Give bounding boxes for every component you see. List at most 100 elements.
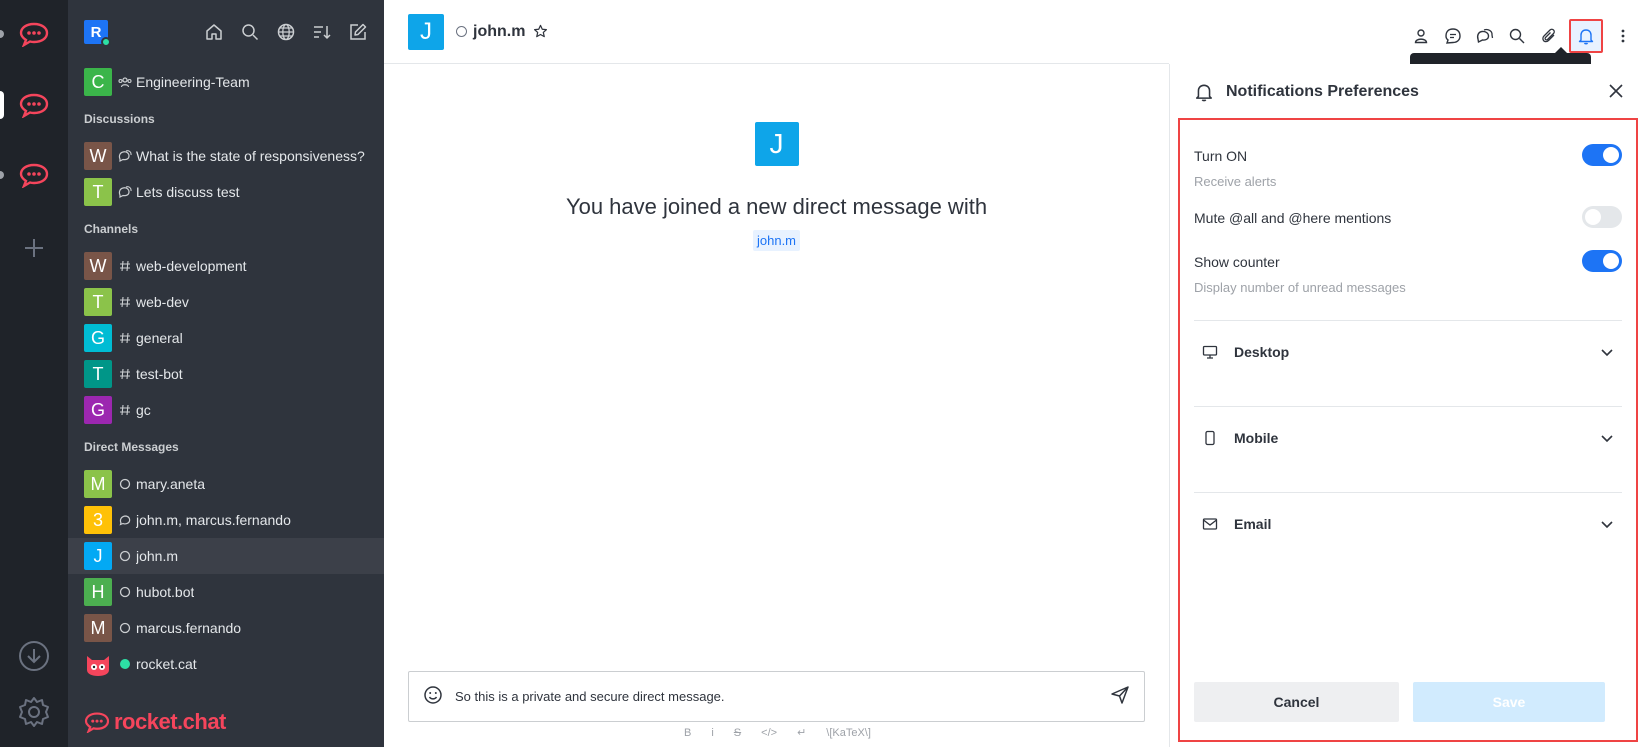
accordion-label: Desktop <box>1234 344 1290 360</box>
emoji-button[interactable] <box>423 685 443 708</box>
katex-button[interactable]: \[KaTeX\] <box>826 727 871 739</box>
welcome-block: J You have joined a new direct message w… <box>384 122 1169 251</box>
user-mention[interactable]: john.m <box>752 230 801 251</box>
files-button[interactable] <box>1537 24 1561 48</box>
multiline-button[interactable]: ↵ <box>797 726 806 739</box>
turn-on-toggle[interactable] <box>1582 144 1622 166</box>
sidebar-item-channel[interactable]: W web-development <box>68 248 384 284</box>
notifications-preferences-button[interactable] <box>1569 19 1603 53</box>
cancel-button[interactable]: Cancel <box>1194 682 1399 722</box>
italic-button[interactable]: i <box>711 727 713 739</box>
sidebar-item-discussion[interactable]: W What is the state of responsiveness? <box>68 138 384 174</box>
accordion-label: Email <box>1234 516 1272 532</box>
sidebar-item-direct-group[interactable]: 3 john.m, marcus.fernando <box>68 502 384 538</box>
emoji-icon <box>424 686 442 704</box>
plus-icon <box>25 239 43 257</box>
downloads-button[interactable] <box>14 636 54 676</box>
paperclip-icon <box>1542 28 1555 43</box>
sidebar-item-direct[interactable]: M mary.aneta <box>68 466 384 502</box>
sidebar-item-channel[interactable]: T web-dev <box>68 284 384 320</box>
accordion-mobile[interactable]: Mobile <box>1194 408 1622 468</box>
accordion-email[interactable]: Email <box>1194 494 1622 554</box>
message-input[interactable] <box>455 689 1110 704</box>
sidebar-item-label: rocket.cat <box>136 656 197 672</box>
threads-button[interactable] <box>1441 24 1465 48</box>
sidebar-header: R <box>68 0 384 64</box>
sidebar-item-channel[interactable]: T test-bot <box>68 356 384 392</box>
sidebar-item-label: gc <box>136 402 151 418</box>
search-messages-button[interactable] <box>1505 24 1529 48</box>
accordion-label: Mobile <box>1234 430 1279 446</box>
kebab-menu-button[interactable] <box>1611 24 1635 48</box>
sidebar-item-direct-active[interactable]: J john.m <box>68 538 384 574</box>
strike-button[interactable]: S <box>734 727 741 739</box>
kebab-icon <box>1621 29 1625 43</box>
sort-button[interactable] <box>312 20 332 44</box>
send-button[interactable] <box>1110 685 1130 708</box>
pref-show-counter: Show counter Display number of unread me… <box>1194 250 1622 295</box>
directory-button[interactable] <box>276 20 296 44</box>
sidebar-item-channel[interactable]: G general <box>68 320 384 356</box>
room-title[interactable]: john.m <box>473 23 525 41</box>
divider <box>1194 406 1622 407</box>
sidebar-item-discussion[interactable]: T Lets discuss test <box>68 174 384 210</box>
sidebar-item-label: Engineering-Team <box>136 74 250 90</box>
server-rocketchat-3[interactable] <box>0 155 68 195</box>
server-rail <box>0 0 68 747</box>
hashtag-icon <box>118 295 132 309</box>
rocketchat-logo-icon <box>19 22 49 47</box>
create-new-button[interactable] <box>348 20 368 44</box>
room-avatar[interactable]: J <box>408 13 444 50</box>
sidebar-item-direct[interactable]: rocket.cat <box>68 646 384 682</box>
group-chat-icon <box>118 513 132 527</box>
divider <box>1194 492 1622 493</box>
sidebar-item-direct[interactable]: H hubot.bot <box>68 574 384 610</box>
room-avatar: G <box>84 396 112 424</box>
discussion-icon <box>118 185 132 199</box>
online-status-dot <box>101 37 111 47</box>
room-avatar: T <box>84 288 112 316</box>
settings-button[interactable] <box>14 692 54 732</box>
gear-icon <box>19 697 49 727</box>
show-counter-toggle[interactable] <box>1582 250 1622 272</box>
sidebar-item-label: john.m, marcus.fernando <box>136 512 291 528</box>
discussion-icon <box>1476 28 1494 44</box>
panel-title: Notifications Preferences <box>1226 83 1419 100</box>
sidebar-item-label: john.m <box>136 548 179 564</box>
code-button[interactable]: </> <box>761 727 777 739</box>
offline-status-icon <box>118 585 132 599</box>
user-icon <box>1414 29 1428 44</box>
star-icon <box>534 24 548 38</box>
room-avatar: W <box>84 252 112 280</box>
search-button[interactable] <box>240 20 260 44</box>
home-button[interactable] <box>204 20 224 44</box>
rocket-cat-avatar <box>84 650 112 678</box>
user-info-button[interactable] <box>1409 24 1433 48</box>
room-avatar: G <box>84 324 112 352</box>
sidebar-item-engineering-team[interactable]: C Engineering-Team <box>68 64 384 100</box>
save-button[interactable]: Save <box>1413 682 1605 722</box>
pref-label: Show counter <box>1194 254 1280 270</box>
pref-hint: Display number of unread messages <box>1194 280 1406 295</box>
sidebar-item-channel[interactable]: G gc <box>68 392 384 428</box>
sidebar-item-direct[interactable]: M marcus.fernando <box>68 610 384 646</box>
bold-button[interactable]: B <box>684 727 691 739</box>
rocketchat-logo-icon <box>84 712 110 733</box>
bell-icon <box>1196 84 1212 102</box>
sidebar-item-label: web-development <box>136 258 247 274</box>
search-icon <box>242 24 259 41</box>
favorite-star-button[interactable] <box>533 24 548 39</box>
add-server-button[interactable] <box>0 228 68 268</box>
pref-mute-mentions: Mute @all and @here mentions <box>1194 206 1622 228</box>
room-avatar: T <box>84 178 112 206</box>
chevron-down-icon <box>1601 349 1613 357</box>
close-button[interactable] <box>1607 82 1625 103</box>
user-avatar[interactable]: R <box>84 20 111 47</box>
user-avatar: M <box>84 470 112 498</box>
accordion-desktop[interactable]: Desktop <box>1194 322 1622 382</box>
server-rocketchat-2[interactable] <box>0 85 68 125</box>
mute-mentions-toggle[interactable] <box>1582 206 1622 228</box>
discussions-button[interactable] <box>1473 24 1497 48</box>
server-rocketchat-1[interactable] <box>0 14 68 54</box>
toggle-knob <box>1603 253 1619 269</box>
